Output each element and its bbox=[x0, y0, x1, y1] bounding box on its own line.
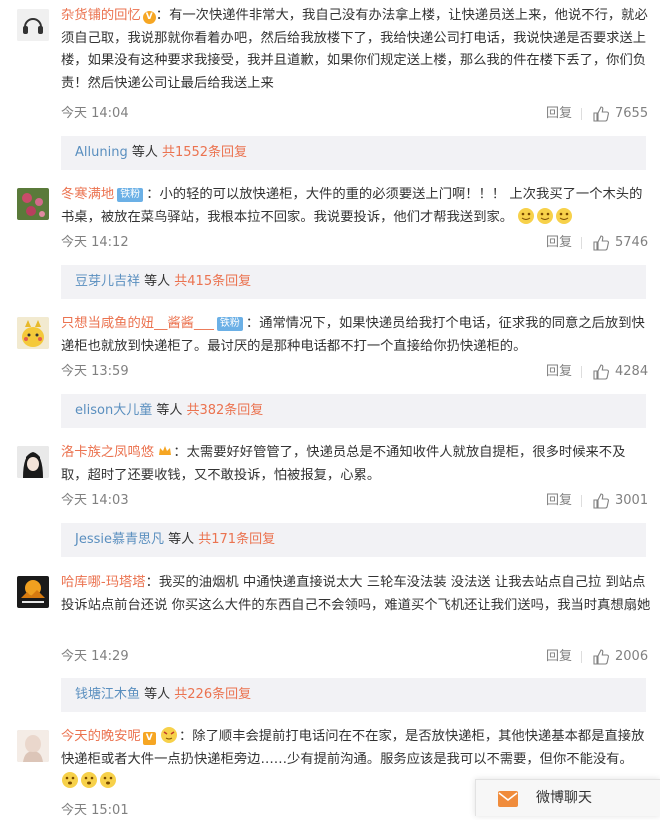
reply-button[interactable]: 回复 bbox=[546, 648, 572, 666]
username-link[interactable]: 杂货铺的回忆 bbox=[61, 8, 141, 23]
divider bbox=[581, 237, 582, 249]
comment-time: 今天 13:59 bbox=[61, 364, 129, 379]
divider bbox=[581, 651, 582, 663]
emoji-icon bbox=[81, 772, 97, 788]
reply-user[interactable]: Alluning bbox=[75, 145, 128, 160]
like-count: 3001 bbox=[615, 493, 649, 508]
avatar[interactable] bbox=[17, 446, 49, 478]
comment-text-block: 杂货铺的回忆 V ：有一次快递件非常大，我自己没有办法拿上楼，让快递员送上来，他说不… bbox=[61, 5, 651, 95]
comment-time: 今天 14:29 bbox=[61, 649, 129, 664]
reply-button[interactable]: 回复 bbox=[546, 492, 572, 510]
reply-summary[interactable]: elison大儿童 等人 共382条回复 bbox=[61, 394, 646, 428]
thumbs-up-icon[interactable] bbox=[593, 364, 609, 380]
reply-mid: 等人 bbox=[140, 274, 175, 289]
fan-badge: 铁粉 bbox=[117, 188, 144, 202]
like-count: 2006 bbox=[615, 649, 649, 664]
reply-mid: 等人 bbox=[164, 532, 199, 547]
emoji-icon bbox=[537, 207, 554, 224]
username-link[interactable]: 哈库哪-玛塔塔 bbox=[61, 575, 146, 590]
emoji-icon bbox=[556, 207, 573, 224]
avatar[interactable] bbox=[17, 730, 49, 762]
weibo-chat-bar[interactable]: 微博聊天 bbox=[475, 779, 660, 816]
divider bbox=[581, 495, 582, 507]
comment-text-block: 哈库哪-玛塔塔：我买的油烟机 中通快递直接说太大 三轮车没法装 没法送 让我去站… bbox=[61, 572, 651, 617]
comment-time: 今天 14:03 bbox=[61, 493, 129, 508]
reply-count-link[interactable]: 共226条回复 bbox=[174, 687, 251, 702]
like-count: 7655 bbox=[615, 106, 649, 121]
like-count: 4284 bbox=[615, 364, 649, 379]
mail-icon bbox=[498, 791, 518, 807]
reply-user[interactable]: elison大儿童 bbox=[75, 403, 152, 418]
reply-button[interactable]: 回复 bbox=[546, 363, 572, 381]
username-link[interactable]: 冬寒满地 bbox=[61, 187, 114, 202]
emoji-icon bbox=[518, 207, 535, 224]
reply-count-link[interactable]: 共415条回复 bbox=[174, 274, 251, 289]
thumbs-up-icon[interactable] bbox=[593, 649, 609, 665]
reply-mid: 等人 bbox=[127, 145, 162, 160]
comment-text: ：我买的油烟机 中通快递直接说太大 三轮车没法装 没法送 让我去站点自己拉 到站… bbox=[61, 575, 651, 613]
divider bbox=[581, 108, 582, 120]
reply-summary[interactable]: 钱塘江木鱼 等人 共226条回复 bbox=[61, 678, 646, 712]
comment-time: 今天 14:12 bbox=[61, 235, 129, 250]
comment-text-block: 洛卡族之凤鸣悠 ：太需要好好管管了，快递员总是不通知收件人就放自提柜，很多时候来… bbox=[61, 442, 651, 487]
crown-badge-icon bbox=[159, 446, 172, 455]
reply-user[interactable]: 豆芽儿吉祥 bbox=[75, 274, 140, 289]
avatar[interactable] bbox=[17, 188, 49, 220]
comment-time: 今天 15:01 bbox=[61, 803, 129, 818]
reply-user[interactable]: Jessie慕青思凡 bbox=[75, 532, 164, 547]
reply-summary[interactable]: 豆芽儿吉祥 等人 共415条回复 bbox=[61, 265, 646, 299]
reply-user[interactable]: 钱塘江木鱼 bbox=[75, 687, 140, 702]
reply-count-link[interactable]: 共1552条回复 bbox=[162, 145, 247, 160]
reply-summary[interactable]: Alluning 等人 共1552条回复 bbox=[61, 136, 646, 170]
comment-text-block: 冬寒满地 铁粉 ：小的轻的可以放快递柜，大件的重的必须要送上门啊！！！ 上次我买了一… bbox=[61, 184, 651, 229]
fan-badge: 铁粉 bbox=[216, 317, 243, 331]
reply-button[interactable]: 回复 bbox=[546, 105, 572, 123]
avatar[interactable] bbox=[17, 317, 49, 349]
like-count: 5746 bbox=[615, 235, 649, 250]
username-link[interactable]: 洛卡族之凤鸣悠 bbox=[61, 445, 154, 460]
thumbs-up-icon[interactable] bbox=[593, 235, 609, 251]
thumbs-up-icon[interactable] bbox=[593, 493, 609, 509]
username-link[interactable]: 只想当咸鱼的妞__酱酱___ bbox=[61, 316, 214, 331]
username-link[interactable]: 今天的晚安呢 bbox=[61, 729, 141, 744]
reply-summary[interactable]: Jessie慕青思凡 等人 共171条回复 bbox=[61, 523, 646, 557]
reply-mid: 等人 bbox=[140, 687, 175, 702]
divider bbox=[581, 366, 582, 378]
v-badge-icon: V bbox=[142, 732, 156, 745]
comment-text-block: 只想当咸鱼的妞__酱酱___ 铁粉 ：通常情况下，如果快递员给我打个电话，征求我的同… bbox=[61, 313, 651, 358]
v-badge-icon: V bbox=[142, 11, 156, 24]
emoji-icon bbox=[161, 727, 178, 743]
thumbs-up-icon[interactable] bbox=[593, 106, 609, 122]
reply-button[interactable]: 回复 bbox=[546, 234, 572, 252]
emoji-icon bbox=[100, 772, 116, 788]
reply-mid: 等人 bbox=[152, 403, 187, 418]
emoji-icon bbox=[62, 772, 78, 788]
reply-count-link[interactable]: 共382条回复 bbox=[186, 403, 263, 418]
comment-time: 今天 14:04 bbox=[61, 106, 129, 121]
chat-label: 微博聊天 bbox=[536, 790, 592, 806]
avatar[interactable] bbox=[17, 576, 49, 608]
avatar[interactable] bbox=[17, 9, 49, 41]
reply-count-link[interactable]: 共171条回复 bbox=[198, 532, 275, 547]
